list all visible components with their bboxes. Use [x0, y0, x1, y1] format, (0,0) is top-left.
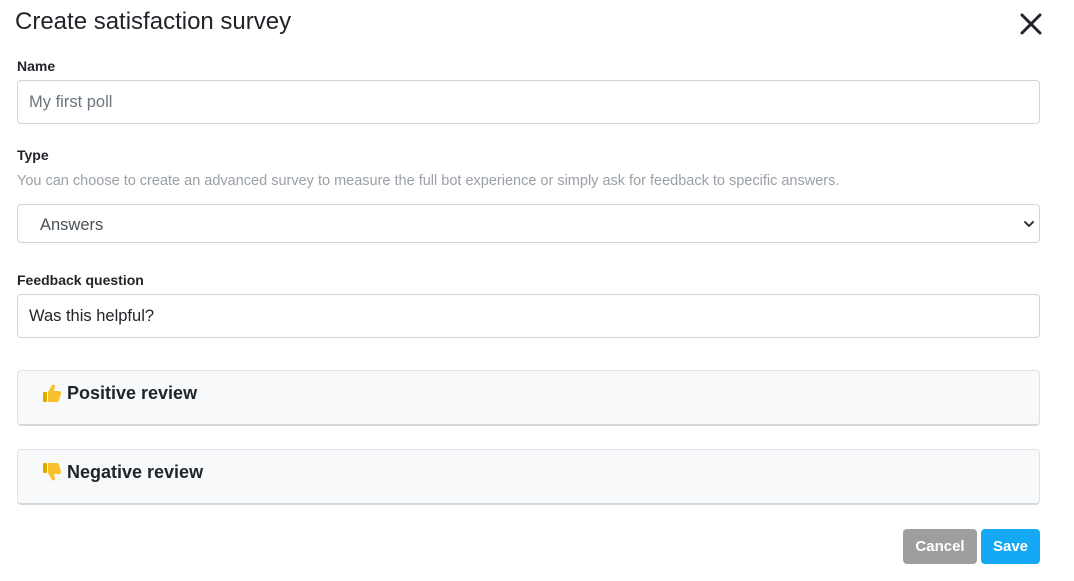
feedback-question-label: Feedback question	[17, 272, 144, 288]
save-button[interactable]: Save	[981, 529, 1040, 564]
create-survey-dialog: Create satisfaction survey Name Type You…	[0, 0, 1074, 581]
thumbs-up-icon	[43, 384, 62, 402]
thumbs-down-icon	[43, 463, 62, 481]
negative-review-section[interactable]: Negative review	[17, 449, 1040, 505]
negative-review-label: Negative review	[67, 462, 204, 482]
dialog-title: Create satisfaction survey	[15, 8, 292, 35]
feedback-question-input[interactable]	[17, 294, 1040, 338]
name-label: Name	[17, 58, 56, 74]
positive-review-label: Positive review	[67, 383, 198, 403]
name-input[interactable]	[17, 80, 1040, 124]
type-label: Type	[17, 147, 49, 163]
chevron-down-icon	[1024, 221, 1034, 227]
cancel-button[interactable]: Cancel	[903, 529, 977, 564]
positive-review-header: Positive review	[41, 382, 197, 404]
positive-review-section[interactable]: Positive review	[17, 370, 1040, 426]
close-button[interactable]	[1018, 11, 1044, 37]
type-help-text: You can choose to create an advanced sur…	[17, 173, 840, 189]
type-select-value: Answers	[40, 216, 104, 234]
type-select[interactable]: Answers	[17, 204, 1040, 243]
close-icon	[1020, 13, 1042, 35]
negative-review-header: Negative review	[41, 461, 203, 483]
